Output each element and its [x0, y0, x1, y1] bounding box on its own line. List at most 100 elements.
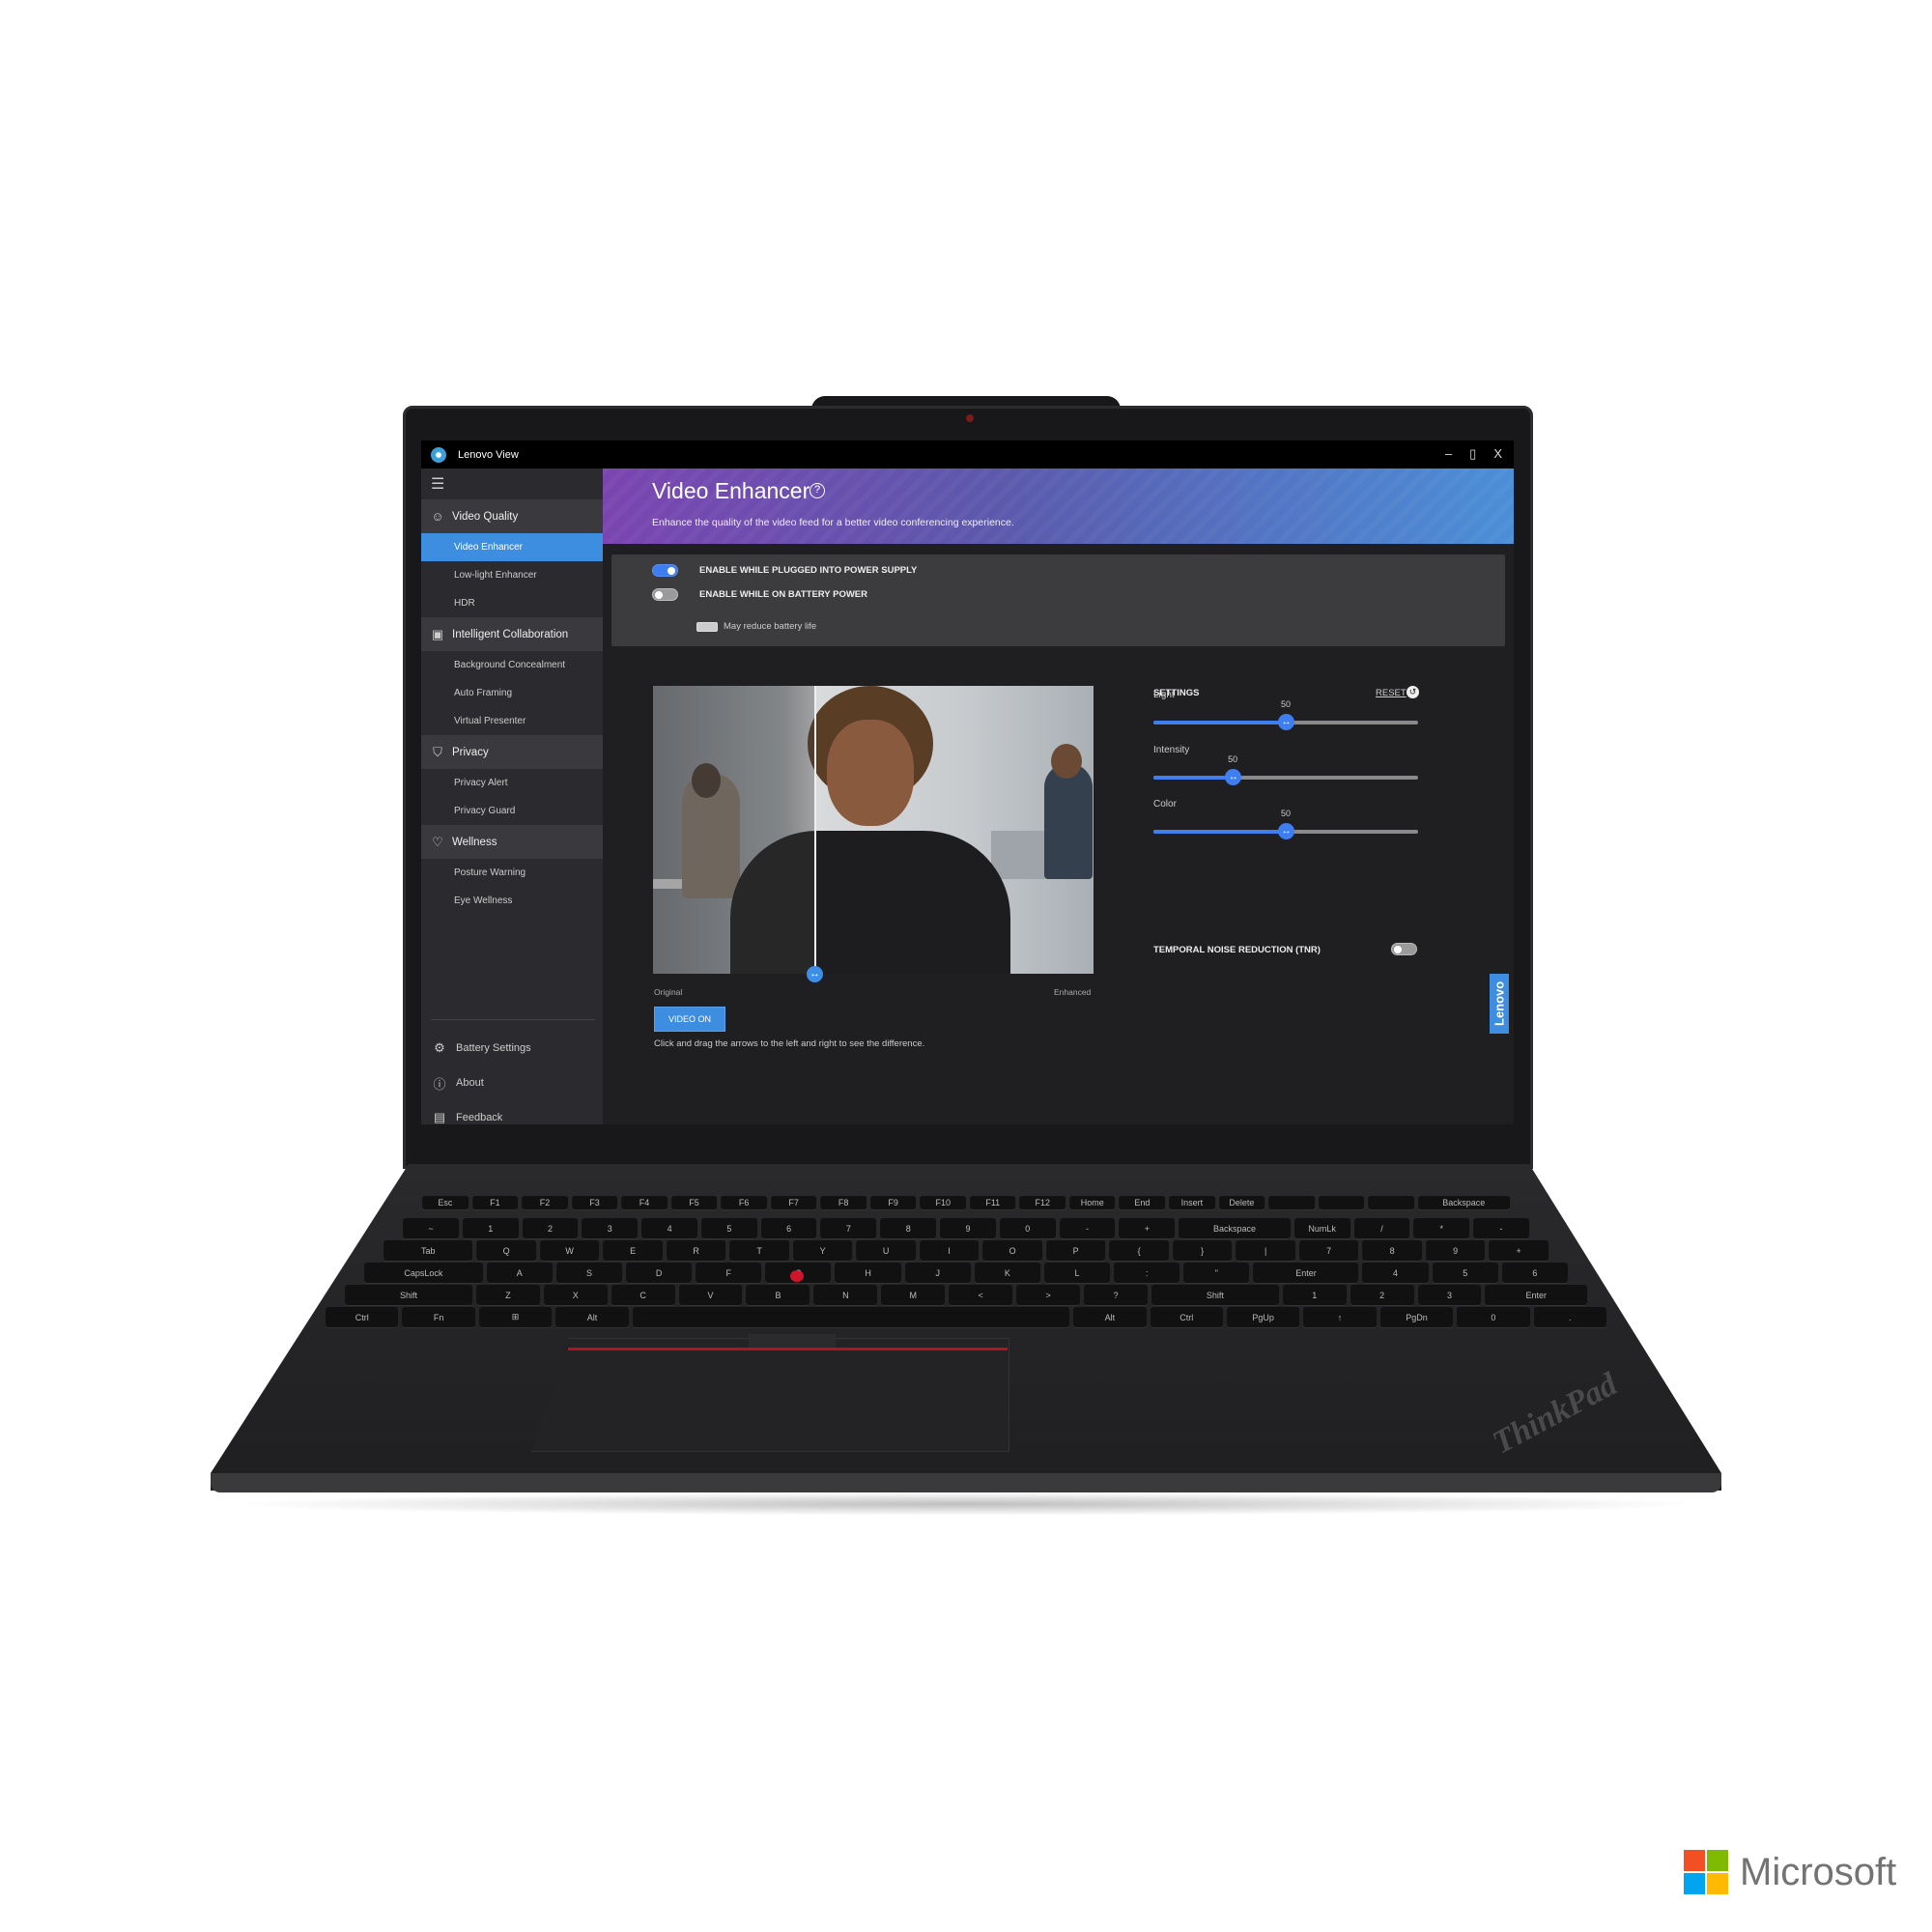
key[interactable]: Insert	[1169, 1196, 1215, 1209]
comparison-divider[interactable]	[814, 686, 816, 974]
key[interactable]: 8	[1362, 1240, 1422, 1261]
key[interactable]: >	[1016, 1285, 1081, 1305]
key[interactable]: CapsLock	[364, 1263, 483, 1283]
key[interactable]: 2	[522, 1218, 579, 1238]
sidebar-item-video-enhancer[interactable]: Video Enhancer	[421, 533, 603, 561]
battery-toggle[interactable]	[652, 588, 678, 601]
key[interactable]: F6	[721, 1196, 767, 1209]
key[interactable]: M	[881, 1285, 946, 1305]
key[interactable]: F5	[670, 1196, 718, 1209]
key[interactable]: 7	[820, 1218, 877, 1238]
slider-thumb[interactable]: ↔	[1278, 714, 1294, 730]
key[interactable]: J	[904, 1263, 971, 1283]
video-on-button[interactable]: VIDEO ON	[654, 1007, 725, 1032]
key[interactable]: *	[1413, 1218, 1470, 1238]
key[interactable]: +	[1119, 1218, 1176, 1238]
sidebar-section-video-quality[interactable]: ☺ Video Quality	[421, 499, 603, 533]
key[interactable]: B	[746, 1285, 810, 1305]
key[interactable]: |	[1236, 1240, 1295, 1261]
sidebar-section-privacy[interactable]: ⛉ Privacy	[421, 735, 603, 769]
key[interactable]: A	[486, 1263, 553, 1283]
key[interactable]: Enter	[1253, 1263, 1359, 1283]
color-slider[interactable]: 50 ↔	[1153, 809, 1418, 839]
key[interactable]: 9	[940, 1218, 996, 1238]
intensity-slider[interactable]: 50 ↔	[1153, 754, 1418, 785]
key[interactable]: }	[1172, 1240, 1233, 1261]
key[interactable]: 4	[641, 1218, 697, 1238]
key[interactable]: 0	[999, 1218, 1056, 1238]
key[interactable]: 4	[1362, 1263, 1429, 1283]
sidebar-section-intelligent-collaboration[interactable]: ▣ Intelligent Collaboration	[421, 617, 603, 651]
key[interactable]: /	[1353, 1218, 1410, 1238]
sidebar-item-about[interactable]: ⓘ About	[421, 1065, 603, 1100]
sidebar-item-feedback[interactable]: ▤ Feedback	[421, 1100, 603, 1124]
key[interactable]: C	[611, 1285, 675, 1305]
key[interactable]: F1	[471, 1196, 519, 1209]
slider-thumb[interactable]: ↔	[1225, 769, 1242, 785]
key[interactable]: F12	[1019, 1196, 1066, 1209]
key[interactable]: +	[1489, 1240, 1548, 1261]
key[interactable]: -	[1059, 1218, 1116, 1238]
key[interactable]: Backspace	[1179, 1218, 1291, 1238]
key[interactable]: O	[982, 1240, 1042, 1261]
key[interactable]	[1368, 1196, 1414, 1209]
comparison-drag-handle[interactable]: ↔	[807, 966, 823, 982]
minimize-button[interactable]: –	[1445, 446, 1452, 462]
key[interactable]: F9	[869, 1196, 917, 1209]
key[interactable]: 7	[1298, 1240, 1359, 1261]
sidebar-item-posture-warning[interactable]: Posture Warning	[421, 859, 603, 887]
key[interactable]: ⊞	[478, 1307, 553, 1327]
key[interactable]: 5	[700, 1218, 757, 1238]
key[interactable]: {	[1109, 1240, 1169, 1261]
plugged-toggle[interactable]	[652, 564, 678, 577]
lenovo-side-tab[interactable]: Lenovo	[1490, 974, 1509, 1034]
key[interactable]: R	[666, 1240, 726, 1261]
reset-icon[interactable]: ↺	[1406, 686, 1419, 698]
key[interactable]: F8	[820, 1196, 867, 1209]
key[interactable]: D	[626, 1263, 693, 1283]
sidebar-section-wellness[interactable]: ♡ Wellness	[421, 825, 603, 859]
key[interactable]: :	[1114, 1263, 1180, 1283]
key[interactable]: 2	[1350, 1285, 1414, 1305]
key[interactable]: U	[856, 1240, 916, 1261]
key[interactable]: NumLk	[1293, 1218, 1350, 1238]
key[interactable]: 3	[582, 1218, 639, 1238]
key[interactable]: F	[696, 1263, 762, 1283]
sidebar-item-background-concealment[interactable]: Background Concealment	[421, 651, 603, 679]
key[interactable]: 5	[1432, 1263, 1498, 1283]
key[interactable]: 9	[1425, 1240, 1486, 1261]
key[interactable]: K	[974, 1263, 1040, 1283]
sidebar-item-virtual-presenter[interactable]: Virtual Presenter	[421, 707, 603, 735]
sidebar-item-privacy-guard[interactable]: Privacy Guard	[421, 797, 603, 825]
key[interactable]	[1318, 1196, 1365, 1209]
key[interactable]: .	[1533, 1307, 1606, 1327]
key[interactable]: Ctrl	[1150, 1307, 1223, 1327]
key[interactable]: 3	[1417, 1285, 1482, 1305]
key[interactable]: -	[1473, 1218, 1529, 1238]
key[interactable]: F4	[621, 1196, 668, 1209]
sidebar-item-auto-framing[interactable]: Auto Framing	[421, 679, 603, 707]
key[interactable]: L	[1043, 1263, 1111, 1283]
key[interactable]: "	[1183, 1263, 1250, 1283]
key[interactable]: F7	[770, 1196, 817, 1209]
restore-button[interactable]: ▯	[1469, 446, 1476, 462]
key[interactable]: V	[678, 1285, 743, 1305]
key[interactable]: F10	[920, 1196, 966, 1209]
key[interactable]: F11	[969, 1196, 1016, 1209]
key[interactable]: P	[1045, 1240, 1106, 1261]
key[interactable]: Home	[1069, 1196, 1116, 1209]
key[interactable]: Tab	[384, 1240, 473, 1261]
key[interactable]: Backspace	[1417, 1196, 1510, 1209]
key[interactable]: 6	[760, 1218, 817, 1238]
sidebar-item-battery-settings[interactable]: ⚙ Battery Settings	[421, 1031, 603, 1065]
key[interactable]: Y	[792, 1240, 853, 1261]
key[interactable]: F3	[571, 1196, 618, 1209]
key[interactable]: 0	[1457, 1307, 1530, 1327]
hamburger-menu-icon[interactable]: ☰	[421, 469, 603, 499]
sidebar-item-eye-wellness[interactable]: Eye Wellness	[421, 887, 603, 915]
key[interactable]: PgDn	[1379, 1307, 1454, 1327]
key[interactable]: Z	[475, 1285, 540, 1305]
key[interactable]: Alt	[1073, 1307, 1147, 1327]
key[interactable]	[632, 1307, 1070, 1327]
key[interactable]: 1	[462, 1218, 519, 1238]
